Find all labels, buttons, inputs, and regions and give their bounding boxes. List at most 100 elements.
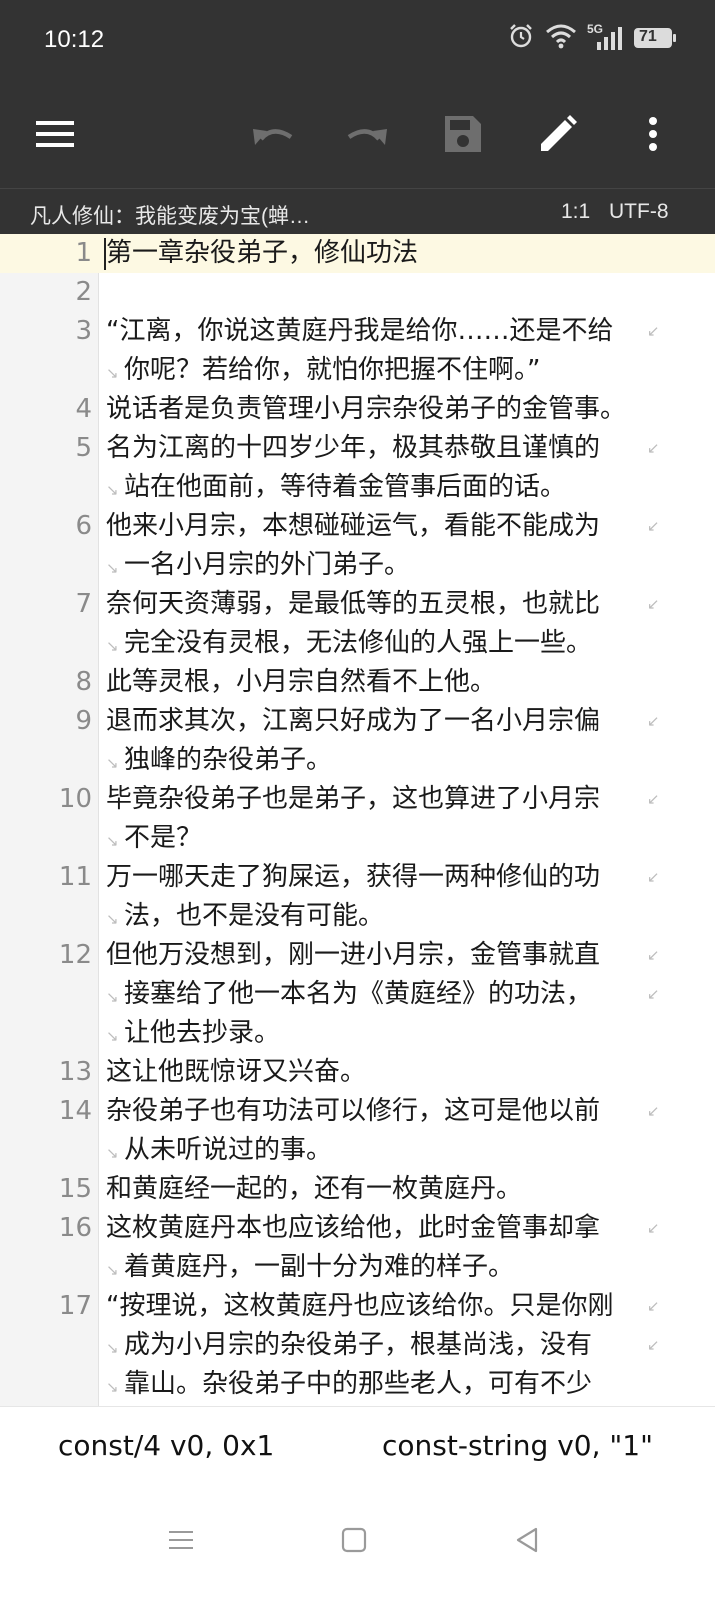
redo-icon[interactable] [337,104,397,164]
line-number: 1 [75,238,92,268]
line-text[interactable]: 接塞给了他一本名为《黄庭经》的功法， [124,975,592,1014]
line-text[interactable]: 完全没有灵根，无法修仙的人强上一些。 [124,624,592,663]
line-text[interactable]: 他来小月宗，本想碰碰运气，看能不能成为 [106,507,600,546]
wrap-continue-icon: ↘ [106,988,119,1006]
line-number: 15 [58,1174,92,1204]
line-text[interactable]: 这枚黄庭丹本也应该给他，此时金管事却拿 [106,1209,600,1248]
editor-line[interactable]: 7 奈何天资薄弱，是最低等的五灵根，也就比 ↙ [0,585,715,624]
snippet-left[interactable]: const/4 v0, 0x1 [58,1429,274,1462]
line-text[interactable]: 此等灵根，小月宗自然看不上他。 [106,663,496,702]
text-cursor [104,238,106,270]
undo-icon[interactable] [243,104,303,164]
snippet-right[interactable]: const-string v0, "1" [382,1429,653,1462]
line-text[interactable]: “按理说，这枚黄庭丹也应该给你。只是你刚 [106,1287,613,1326]
editor-line[interactable]: 1 第一章杂役弟子，修仙功法 [0,234,715,273]
line-text[interactable]: 说话者是负责管理小月宗杂役弟子的金管事。 [106,390,626,429]
editor-line[interactable]: 15 和黄庭经一起的，还有一枚黄庭丹。 [0,1170,715,1209]
editor-line[interactable]: 13 这让他既惊讶又兴奋。 [0,1053,715,1092]
editor-line[interactable]: 5 名为江离的十四岁少年，极其恭敬且谨慎的 ↙ [0,429,715,468]
line-number: 10 [58,784,92,814]
line-text[interactable]: 靠山。杂役弟子中的那些老人，可有不少 [124,1365,592,1404]
editor-line-wrap[interactable]: ↘ 法，也不是没有可能。 [0,897,715,936]
line-text[interactable]: 着黄庭丹，一副十分为难的样子。 [124,1248,514,1287]
line-text[interactable]: 毕竟杂役弟子也是弟子，这也算进了小月宗 [106,780,600,819]
file-name[interactable]: 凡人修仙：我能变废为宝(蝉… [30,200,310,230]
more-vert-icon[interactable] [623,104,683,164]
line-number: 3 [75,316,92,346]
editor-line-wrap[interactable]: ↘ 让他去抄录。 [0,1014,715,1053]
editor-line-wrap[interactable]: ↘ 靠山。杂役弟子中的那些老人，可有不少 [0,1365,715,1404]
editor-line[interactable]: 12 但他万没想到，刚一进小月宗，金管事就直 ↙ [0,936,715,975]
wrap-continue-icon: ↘ [106,1144,119,1162]
editor-line[interactable]: 4 说话者是负责管理小月宗杂役弟子的金管事。 [0,390,715,429]
editor-line-wrap[interactable]: ↘ 完全没有灵根，无法修仙的人强上一些。 [0,624,715,663]
editor-line[interactable]: 6 他来小月宗，本想碰碰运气，看能不能成为 ↙ [0,507,715,546]
editor-line[interactable]: 2 [0,273,715,312]
editor-line[interactable]: 17 “按理说，这枚黄庭丹也应该给你。只是你刚 ↙ [0,1287,715,1326]
line-text[interactable]: 你呢？若给你，就怕你把握不住啊。” [124,351,540,390]
line-number: 2 [75,277,92,307]
line-number: 4 [75,394,92,424]
line-text[interactable]: 奈何天资薄弱，是最低等的五灵根，也就比 [106,585,600,624]
line-text[interactable]: 但他万没想到，刚一进小月宗，金管事就直 [106,936,600,975]
editor-line[interactable]: 14 杂役弟子也有功法可以修行，这可是他以前 ↙ [0,1092,715,1131]
editor-line-wrap[interactable]: ↘ 不是？ [0,819,715,858]
editor-line[interactable]: 16 这枚黄庭丹本也应该给他，此时金管事却拿 ↙ [0,1209,715,1248]
line-text[interactable]: 一名小月宗的外门弟子。 [124,546,410,585]
line-number: 14 [58,1096,92,1126]
wrap-continue-icon: ↘ [106,364,119,382]
line-text[interactable]: 万一哪天走了狗屎运，获得一两种修仙的功 [106,858,600,897]
editor-line-wrap[interactable]: ↘ 一名小月宗的外门弟子。 [0,546,715,585]
hamburger-menu-icon[interactable] [25,104,85,164]
line-text[interactable]: 让他去抄录。 [124,1014,280,1053]
status-bar: 10:12 5G 71 [0,0,715,80]
status-time: 10:12 [44,26,105,53]
wrap-indicator-icon: ↙ [647,868,660,886]
save-icon[interactable] [433,104,493,164]
line-text[interactable]: 名为江离的十四岁少年，极其恭敬且谨慎的 [106,429,600,468]
editor-line-wrap[interactable]: ↘ 成为小月宗的杂役弟子，根基尚浅，没有 ↙ [0,1326,715,1365]
pencil-icon[interactable] [528,104,588,164]
line-text[interactable]: 这让他既惊讶又兴奋。 [106,1053,366,1092]
line-text[interactable]: 从未听说过的事。 [124,1131,332,1170]
text-editor[interactable]: 1 第一章杂役弟子，修仙功法 2 3 “江离，你说这黄庭丹我是给你……还是不给 ↙ ↘ 你呢？… [0,234,715,1406]
wrap-indicator-icon: ↙ [647,1336,660,1354]
back-icon[interactable] [497,1510,557,1570]
editor-line[interactable]: 11 万一哪天走了狗屎运，获得一两种修仙的功 ↙ [0,858,715,897]
editor-line-wrap[interactable]: ↘ 从未听说过的事。 [0,1131,715,1170]
editor-line[interactable]: 8 此等灵根，小月宗自然看不上他。 [0,663,715,702]
battery-icon: 71 [633,26,677,50]
signal-icon: 5G [587,22,623,52]
line-number: 9 [75,706,92,736]
status-icons: 5G 71 [507,22,677,54]
wrap-indicator-icon: ↙ [647,985,660,1003]
line-text[interactable]: “江离，你说这黄庭丹我是给你……还是不给 [106,312,613,351]
line-number: 7 [75,589,92,619]
wifi-icon [545,23,577,53]
line-text[interactable]: 成为小月宗的杂役弟子，根基尚浅，没有 [124,1326,592,1365]
line-text[interactable]: 站在他面前，等待着金管事后面的话。 [124,468,566,507]
editor-line-wrap[interactable]: ↘ 着黄庭丹，一副十分为难的样子。 [0,1248,715,1287]
editor-line[interactable]: 9 退而求其次，江离只好成为了一名小月宗偏 ↙ [0,702,715,741]
editor-line-wrap[interactable]: ↘ 你呢？若给你，就怕你把握不住啊。” [0,351,715,390]
battery-level: 71 [639,28,657,45]
wrap-indicator-icon: ↙ [647,1297,660,1315]
editor-line-wrap[interactable]: ↘ 站在他面前，等待着金管事后面的话。 [0,468,715,507]
home-icon[interactable] [324,1510,384,1570]
editor-toolbar [0,80,715,188]
wrap-continue-icon: ↘ [106,754,119,772]
editor-line-wrap[interactable]: ↘ 独峰的杂役弟子。 [0,741,715,780]
encoding-label[interactable]: UTF-8 [609,200,669,224]
recents-icon[interactable] [151,1510,211,1570]
line-text[interactable]: 退而求其次，江离只好成为了一名小月宗偏 [106,702,600,741]
editor-line-wrap[interactable]: ↘ 接塞给了他一本名为《黄庭经》的功法， ↙ [0,975,715,1014]
editor-line[interactable]: 3 “江离，你说这黄庭丹我是给你……还是不给 ↙ [0,312,715,351]
line-text[interactable]: 和黄庭经一起的，还有一枚黄庭丹。 [106,1170,522,1209]
line-text[interactable]: 杂役弟子也有功法可以修行，这可是他以前 [106,1092,600,1131]
line-text[interactable]: 第一章杂役弟子，修仙功法 [106,234,418,273]
line-text[interactable]: 独峰的杂役弟子。 [124,741,332,780]
wrap-indicator-icon: ↙ [647,946,660,964]
line-text[interactable]: 法，也不是没有可能。 [124,897,384,936]
editor-line[interactable]: 10 毕竟杂役弟子也是弟子，这也算进了小月宗 ↙ [0,780,715,819]
line-text[interactable]: 不是？ [124,819,202,858]
